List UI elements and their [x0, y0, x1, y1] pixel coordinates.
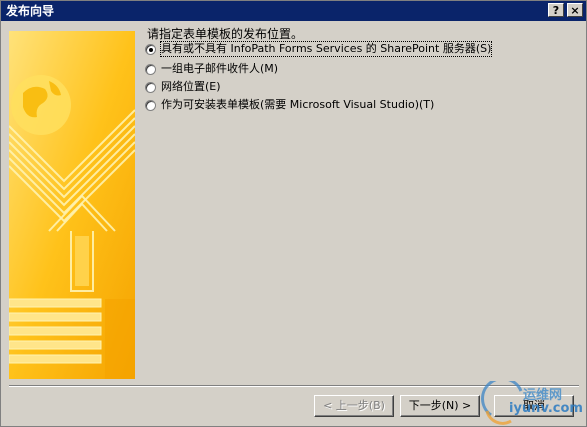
radio-button[interactable] [145, 63, 156, 75]
option-label[interactable]: 具有或不具有 InfoPath Forms Services 的 SharePo… [159, 41, 493, 57]
close-button[interactable]: × [567, 3, 583, 17]
radio-button[interactable] [145, 99, 156, 111]
back-button[interactable]: < 上一步(B) [314, 395, 394, 417]
watermark-text-url: iyunv.com [509, 401, 583, 416]
wizard-banner-image [9, 31, 135, 379]
radio-button[interactable] [145, 81, 156, 93]
radio-button[interactable] [145, 43, 156, 55]
option-installable-template[interactable]: 作为可安装表单模板(需要 Microsoft Visual Studio)(T) [145, 97, 434, 113]
option-email-recipients[interactable]: 一组电子邮件收件人(M) [145, 61, 278, 77]
button-separator [9, 385, 579, 387]
publish-wizard-window: 发布向导 ? × 请指定表单模板的发布位置。 具有或不具有 InfoPath F… [0, 0, 587, 427]
option-label[interactable]: 网络位置(E) [161, 80, 221, 94]
instruction-text: 请指定表单模板的发布位置。 [147, 27, 304, 41]
radio-selected-dot [149, 47, 153, 52]
option-label[interactable]: 作为可安装表单模板(需要 Microsoft Visual Studio)(T) [161, 98, 434, 112]
title-bar[interactable]: 发布向导 ? × [1, 1, 586, 21]
option-sharepoint-server[interactable]: 具有或不具有 InfoPath Forms Services 的 SharePo… [145, 41, 493, 57]
help-button[interactable]: ? [548, 3, 564, 17]
option-label[interactable]: 一组电子邮件收件人(M) [161, 62, 278, 76]
window-title: 发布向导 [6, 4, 55, 18]
option-network-location[interactable]: 网络位置(E) [145, 79, 221, 95]
next-button[interactable]: 下一步(N) > [400, 395, 480, 417]
